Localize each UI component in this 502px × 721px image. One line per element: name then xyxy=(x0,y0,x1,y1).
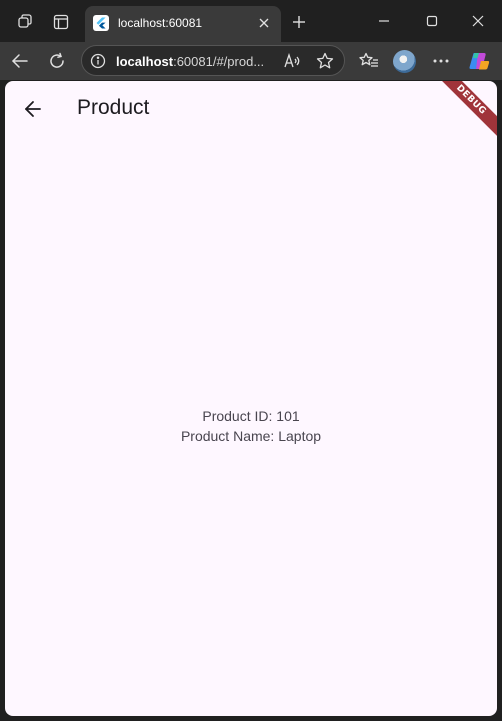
info-icon[interactable] xyxy=(89,52,106,69)
product-name-text: Product Name: Laptop xyxy=(180,428,322,444)
product-details: Product ID: 101 Product Name: Laptop xyxy=(5,406,497,446)
tab-actions-icon[interactable] xyxy=(47,8,75,36)
workspaces-icon[interactable] xyxy=(11,8,39,36)
back-arrow-icon[interactable] xyxy=(17,93,49,125)
new-tab-plus-icon[interactable] xyxy=(286,8,312,36)
copilot-icon[interactable] xyxy=(465,47,493,75)
tab-strip: localhost:60081 xyxy=(0,0,502,42)
flutter-favicon-icon xyxy=(93,15,109,31)
product-id-text: Product ID: 101 xyxy=(202,408,300,424)
app-bar: Product xyxy=(5,81,497,137)
page-viewport: Product DEBUG Product ID: 101 Product Na… xyxy=(5,81,497,716)
maximize-icon[interactable] xyxy=(412,6,452,36)
address-url[interactable]: localhost:60081/#/prod... xyxy=(116,54,276,69)
address-bar[interactable]: localhost:60081/#/prod... xyxy=(81,45,345,76)
minimize-icon[interactable] xyxy=(364,6,404,36)
favorites-icon[interactable] xyxy=(355,47,383,75)
read-aloud-icon[interactable] xyxy=(283,51,303,71)
window-close-icon[interactable] xyxy=(458,6,498,36)
browser-tab-active[interactable]: localhost:60081 xyxy=(85,6,281,42)
browser-toolbar: localhost:60081/#/prod... xyxy=(0,42,502,80)
tab-close-icon[interactable] xyxy=(255,14,273,32)
favorite-star-icon[interactable] xyxy=(315,51,335,71)
refresh-icon[interactable] xyxy=(43,47,71,75)
tab-title: localhost:60081 xyxy=(118,16,203,30)
url-path: :60081/#/prod... xyxy=(173,54,265,69)
profile-avatar[interactable] xyxy=(393,50,416,73)
browser-window: localhost:60081 localhost:60081/#/prod..… xyxy=(0,0,502,721)
page-title: Product xyxy=(77,96,150,119)
browser-back-icon[interactable] xyxy=(6,47,34,75)
more-icon[interactable] xyxy=(427,47,455,75)
url-host: localhost xyxy=(116,54,174,69)
